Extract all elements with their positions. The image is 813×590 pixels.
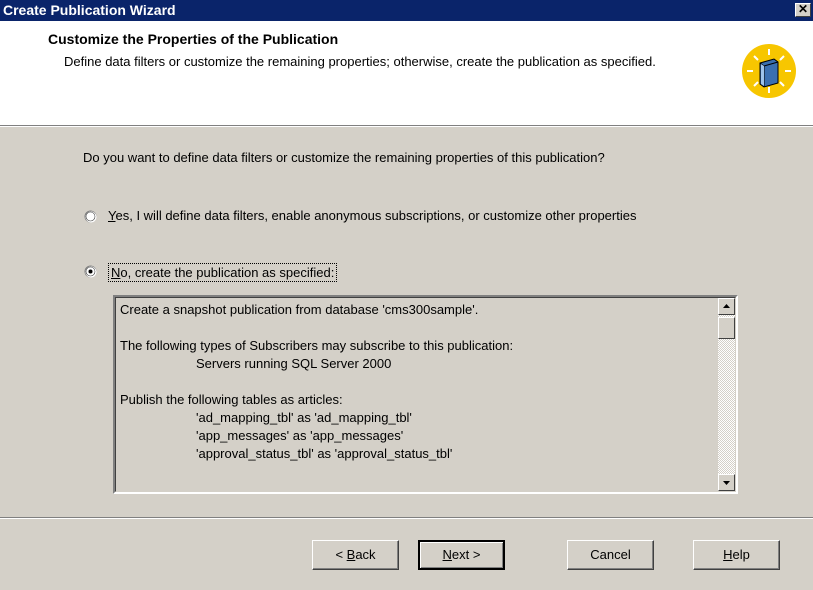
page-title: Customize the Properties of the Publicat…: [48, 31, 339, 47]
scroll-thumb[interactable]: [718, 317, 735, 339]
radio-option-create[interactable]: [84, 265, 97, 278]
next-button[interactable]: Next >: [418, 540, 505, 570]
scroll-up-button[interactable]: [718, 298, 735, 315]
window-title: Create Publication Wizard: [3, 2, 176, 18]
option-create-label[interactable]: No, create the publication as specified:: [108, 263, 338, 282]
option-customize-label[interactable]: Yes, I will define data filters, enable …: [108, 207, 708, 225]
wizard-header: Customize the Properties of the Publicat…: [0, 21, 813, 126]
back-button[interactable]: < Back: [312, 540, 399, 570]
page-description: Define data filters or customize the rem…: [64, 54, 656, 69]
summary-text: Create a snapshot publication from datab…: [120, 302, 514, 461]
help-button[interactable]: Help: [693, 540, 780, 570]
wizard-book-icon: [742, 44, 796, 98]
close-button[interactable]: ✕: [795, 3, 811, 17]
header-separator: [0, 126, 813, 127]
question-text: Do you want to define data filters or cu…: [83, 150, 605, 165]
arrow-up-icon: [723, 304, 730, 308]
title-bar: Create Publication Wizard ✕: [0, 0, 813, 21]
vertical-scrollbar[interactable]: [718, 298, 735, 491]
scroll-down-button[interactable]: [718, 474, 735, 491]
arrow-down-icon: [723, 481, 730, 485]
summary-textbox[interactable]: Create a snapshot publication from datab…: [113, 295, 738, 494]
cancel-button[interactable]: Cancel: [567, 540, 654, 570]
radio-option-customize[interactable]: [84, 210, 97, 223]
